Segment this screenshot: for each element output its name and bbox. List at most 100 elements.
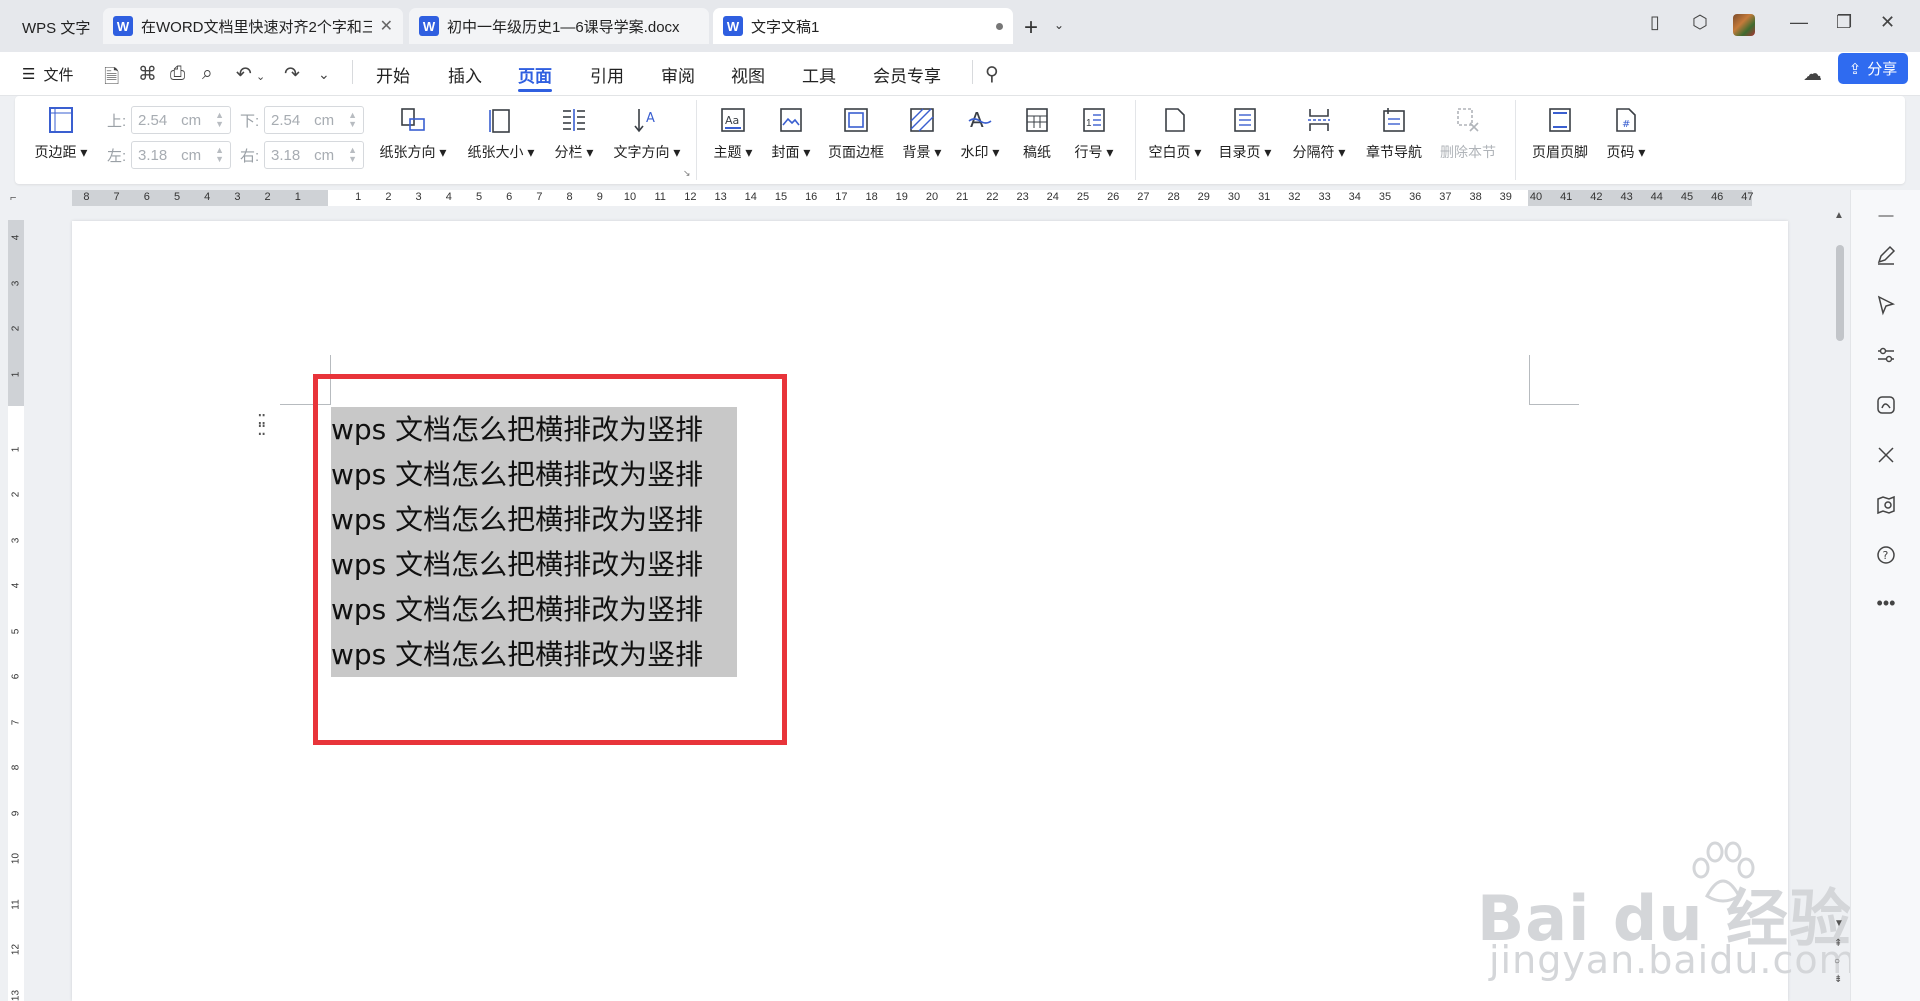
vertical-ruler[interactable]: 4 3 2 1 1 2 3 4 5 6 7 8 9 10 11 12 13 — [8, 220, 24, 1001]
pen-icon[interactable] — [1873, 242, 1899, 268]
cloud-icon[interactable]: ☁ — [1803, 63, 1822, 86]
header-footer-button[interactable]: 页眉页脚 — [1527, 96, 1593, 184]
tab-start[interactable]: 开始 — [376, 52, 410, 96]
search-icon[interactable]: ⚲ — [985, 63, 999, 86]
spinner-icon[interactable]: ▲ ▼ — [348, 111, 357, 129]
spinner-icon[interactable]: ▲ ▼ — [215, 111, 224, 129]
scroll-up-icon[interactable]: ▲ — [1834, 210, 1844, 221]
chevron-down-icon[interactable]: ⌄ — [1054, 18, 1064, 32]
margin-top-input[interactable]: 2.54 cm ▲ ▼ — [131, 106, 231, 134]
ruler-tick-label: 42 — [1590, 191, 1603, 203]
orientation-button[interactable]: 纸张方向 ▾ — [375, 96, 451, 184]
section-nav-button[interactable]: 章节导航 — [1361, 96, 1427, 184]
ruler-tick-label: 15 — [774, 191, 788, 203]
minimize-icon[interactable]: — — [1790, 12, 1808, 33]
redo-icon[interactable]: ↷ — [284, 63, 300, 86]
tab-reference[interactable]: 引用 — [590, 52, 624, 96]
paragraph-drag-handle-icon[interactable]: ⁚⁚ ⁚⁚ — [257, 412, 267, 438]
blank-page-icon — [1160, 105, 1190, 135]
print-preview-icon[interactable]: ⌕ — [202, 63, 213, 85]
word-doc-icon: W — [419, 16, 439, 36]
unsaved-dot-icon[interactable] — [996, 22, 1003, 30]
ai-assistant-icon[interactable] — [1873, 392, 1899, 418]
tab-tools[interactable]: 工具 — [802, 52, 836, 96]
separator-button[interactable]: 分隔符 ▾ — [1287, 96, 1351, 184]
text-direction-button[interactable]: A 文字方向 ▾ — [609, 96, 685, 184]
ribbon-toolbar: 页边距 ▾ 上: 2.54 cm ▲ ▼ 下: 2.54 cm ▲ ▼ 左: 3.1… — [15, 96, 1905, 184]
document-page[interactable]: ⁚⁚ ⁚⁚ wps 文档怎么把横排改为竖排 wps 文档怎么把横排改为竖排 wps… — [72, 221, 1856, 1001]
blank-page-button[interactable]: 空白页 ▾ — [1145, 96, 1205, 184]
margin-left-input[interactable]: 3.18 cm ▲ ▼ — [131, 141, 231, 169]
toc-page-button[interactable]: 目录页 ▾ — [1215, 96, 1275, 184]
ruler-tick-label: 25 — [1076, 191, 1090, 203]
tab-insert[interactable]: 插入 — [448, 52, 482, 96]
file-menu[interactable]: ☰ 文件 — [22, 52, 73, 96]
watermark-button[interactable]: A 水印 ▾ — [955, 96, 1005, 184]
reading-mode-icon[interactable]: ▯ — [1650, 12, 1660, 33]
tab-view[interactable]: 视图 — [731, 52, 765, 96]
tab-doc-current[interactable]: W 文字文稿1 — [713, 8, 1013, 44]
prev-page-icon[interactable]: ⇞ — [1834, 938, 1842, 949]
tools-icon[interactable] — [1873, 442, 1899, 468]
avatar[interactable] — [1733, 14, 1755, 36]
page-border-icon — [841, 105, 871, 135]
crop-mark — [1529, 404, 1579, 405]
ruler-corner-icon[interactable]: ⌐ — [10, 192, 16, 204]
tab-member[interactable]: 会员专享 — [873, 52, 941, 96]
cursor-select-icon[interactable] — [1873, 292, 1899, 318]
wps-home-tab[interactable]: WPS 文字 — [8, 10, 104, 44]
tab-review[interactable]: 审阅 — [661, 52, 695, 96]
window-close-icon[interactable]: ✕ — [1880, 12, 1895, 33]
print-icon[interactable]: ⎙ — [170, 63, 185, 85]
ruler-tick-label: 13 — [10, 989, 22, 1001]
undo-icon[interactable]: ↶ — [236, 63, 252, 86]
margin-right-input[interactable]: 3.18 cm ▲ ▼ — [264, 141, 364, 169]
share-button[interactable]: ⇪ 分享 — [1838, 53, 1908, 84]
tab-doc-align[interactable]: W 在WORD文档里快速对齐2个字和三 ✕ — [103, 8, 403, 44]
tab-page[interactable]: 页面 — [518, 52, 552, 96]
ruler-tick-label: 1 — [10, 371, 22, 377]
ruler-tick-label: 32 — [1288, 191, 1301, 203]
ruler-tick-label: 1 — [10, 446, 22, 452]
save-icon[interactable]: 🗎 — [104, 63, 119, 95]
dialog-launcher-icon[interactable]: ↘ — [683, 168, 691, 179]
margin-bottom-input[interactable]: 2.54 cm ▲ ▼ — [264, 106, 364, 134]
page-break-icon — [1304, 105, 1334, 135]
crop-mark — [1529, 355, 1530, 405]
line-number-button[interactable]: 1 行号 ▾ — [1069, 96, 1119, 184]
next-page-icon[interactable]: ⇟ — [1834, 974, 1842, 985]
spinner-icon[interactable]: ▲ ▼ — [348, 146, 357, 164]
select-browse-icon[interactable]: ○ — [1834, 956, 1840, 967]
tab-doc-history[interactable]: W 初中一年级历史1—6课导学案.docx — [409, 8, 709, 44]
vertical-scrollbar[interactable]: ▲ ▼ ⇞ ○ ⇟ — [1832, 190, 1852, 1001]
scroll-thumb[interactable] — [1836, 245, 1844, 341]
more-icon[interactable]: ••• — [1873, 590, 1899, 616]
background-button[interactable]: 背景 ▾ — [897, 96, 947, 184]
delete-section-button[interactable]: 删除本节 — [1435, 96, 1501, 184]
ruler-tick-label: 2 — [10, 491, 22, 498]
chevron-down-icon[interactable]: ⌄ — [256, 70, 265, 83]
word-doc-icon: W — [723, 16, 743, 36]
new-tab-icon[interactable]: + — [1024, 14, 1038, 42]
ruler-tick-label: 6 — [10, 673, 22, 680]
columns-button[interactable]: 分栏 ▾ — [549, 96, 599, 184]
collapse-icon[interactable]: — — [1873, 202, 1899, 228]
horizontal-ruler[interactable]: 8 7 6 5 4 3 2 1 1 2 3 4 5 6 7 8 9 10 11 12 13 14 15 16 17 18 19 20 2… — [72, 190, 1754, 206]
more-quick-icon[interactable]: ⌄ — [318, 66, 330, 83]
restore-icon[interactable]: ❐ — [1836, 12, 1852, 33]
close-icon[interactable]: ✕ — [380, 16, 393, 36]
map-search-icon[interactable] — [1873, 492, 1899, 518]
draft-paper-button[interactable]: 稿纸 — [1015, 96, 1059, 184]
cube-icon[interactable]: ⬡ — [1692, 12, 1708, 33]
page-number-button[interactable]: # 页码 ▾ — [1601, 96, 1651, 184]
page-border-button[interactable]: 页面边框 — [823, 96, 889, 184]
theme-button[interactable]: Aa 主题 ▾ — [708, 96, 758, 184]
help-icon[interactable]: ? — [1873, 542, 1899, 568]
settings-sliders-icon[interactable] — [1873, 342, 1899, 368]
spinner-icon[interactable]: ▲ ▼ — [215, 146, 224, 164]
paper-size-button[interactable]: 纸张大小 ▾ — [463, 96, 539, 184]
link-icon[interactable]: ⌘ — [138, 63, 157, 86]
margin-button[interactable]: 页边距 ▾ — [31, 96, 91, 184]
scroll-down-icon[interactable]: ▼ — [1834, 918, 1844, 929]
cover-button[interactable]: 封面 ▾ — [766, 96, 816, 184]
